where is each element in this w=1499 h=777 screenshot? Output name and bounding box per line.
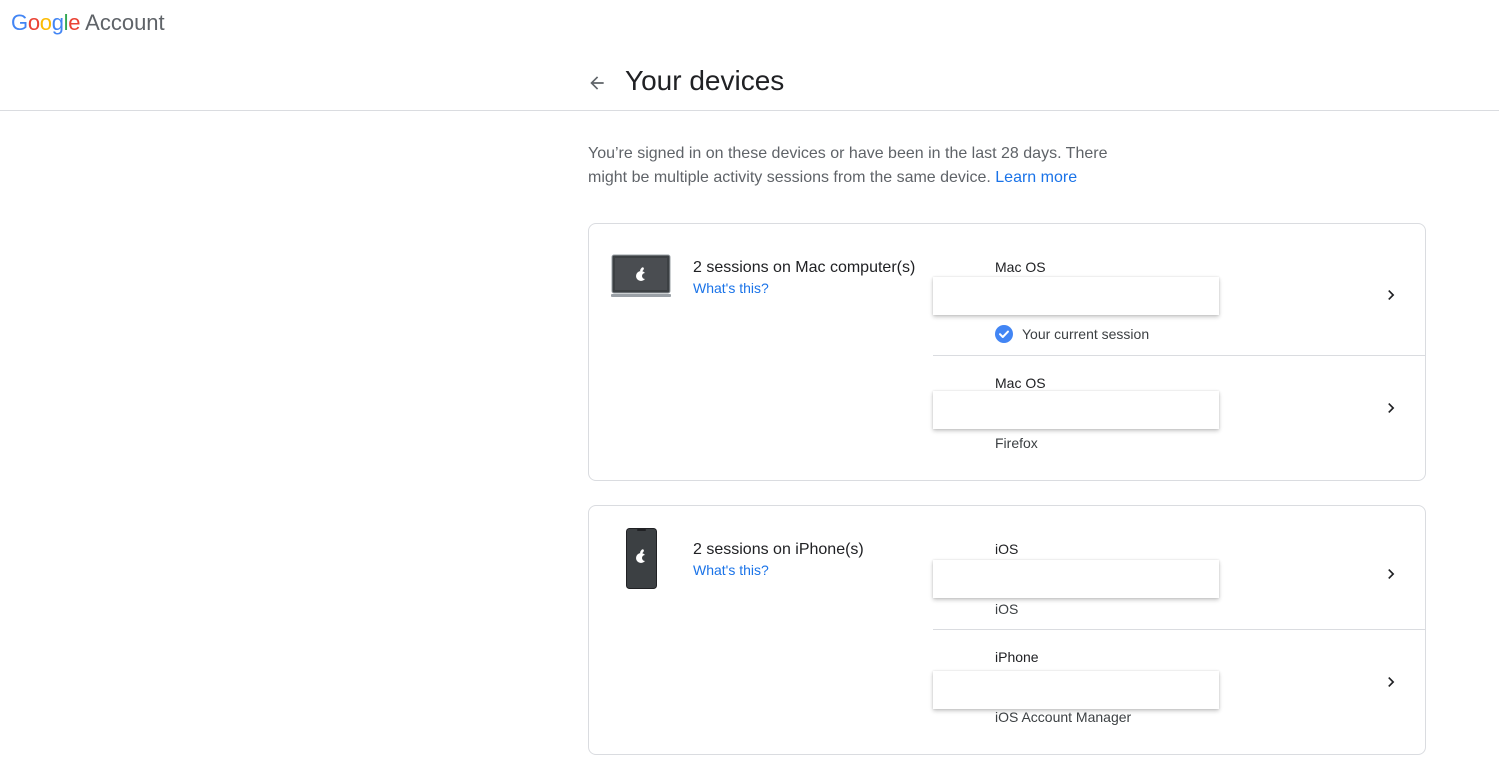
logo-letter: g — [51, 10, 64, 35]
page-title: Your devices — [625, 65, 785, 96]
logo-letter: e — [68, 10, 81, 35]
top-bar: Google Account — [0, 0, 1499, 48]
redacted-info — [933, 560, 1219, 598]
redacted-info — [933, 671, 1219, 709]
arrow-back-icon — [590, 76, 604, 90]
device-group-card: 2 sessions on Mac computer(s) What's thi… — [588, 223, 1426, 481]
laptop-icon — [611, 254, 671, 303]
logo-letter: o — [27, 10, 40, 35]
chevron-right-icon[interactable] — [1381, 398, 1401, 418]
redacted-info — [933, 391, 1219, 429]
device-group-card: 2 sessions on iPhone(s) What's this? iOS… — [588, 505, 1426, 755]
device-group-title: 2 sessions on Mac computer(s) — [693, 259, 916, 276]
current-session-label: Your current session — [1022, 326, 1150, 342]
session-row[interactable]: iPhone iOS Account Manager — [933, 629, 1426, 755]
google-wordmark: Google — [11, 10, 80, 36]
device-group-title: 2 sessions on iPhone(s) — [693, 541, 864, 558]
session-row[interactable]: Mac OS Firefox — [933, 355, 1426, 481]
intro-text: You’re signed in on these devices or hav… — [588, 142, 1128, 190]
session-os: Mac OS — [995, 259, 1046, 275]
learn-more-link[interactable]: Learn more — [995, 169, 1077, 186]
logo-letter: G — [11, 10, 28, 35]
session-device: iPhone — [995, 649, 1039, 665]
session-browser: iOS Account Manager — [995, 709, 1132, 725]
check-circle-icon — [995, 325, 1013, 343]
chevron-right-icon[interactable] — [1381, 672, 1401, 692]
chevron-right-icon[interactable] — [1381, 564, 1401, 584]
session-browser: Firefox — [995, 435, 1038, 451]
session-row[interactable]: Mac OS Your current session — [933, 224, 1426, 355]
phone-icon — [626, 528, 657, 594]
session-os: iOS — [995, 541, 1019, 557]
back-button[interactable] — [582, 68, 612, 98]
logo-account-text: Account — [85, 10, 165, 35]
google-account-logo[interactable]: Google Account — [11, 10, 165, 36]
session-browser: iOS — [995, 601, 1019, 617]
session-row[interactable]: iOS iOS — [933, 506, 1426, 629]
redacted-info — [933, 277, 1219, 315]
session-os: Mac OS — [995, 375, 1046, 391]
whats-this-link[interactable]: What's this? — [693, 280, 769, 296]
whats-this-link[interactable]: What's this? — [693, 562, 769, 578]
current-session-indicator: Your current session — [995, 325, 1149, 343]
page-header: Your devices — [0, 48, 1499, 111]
logo-letter: o — [39, 10, 52, 35]
chevron-right-icon[interactable] — [1381, 285, 1401, 305]
